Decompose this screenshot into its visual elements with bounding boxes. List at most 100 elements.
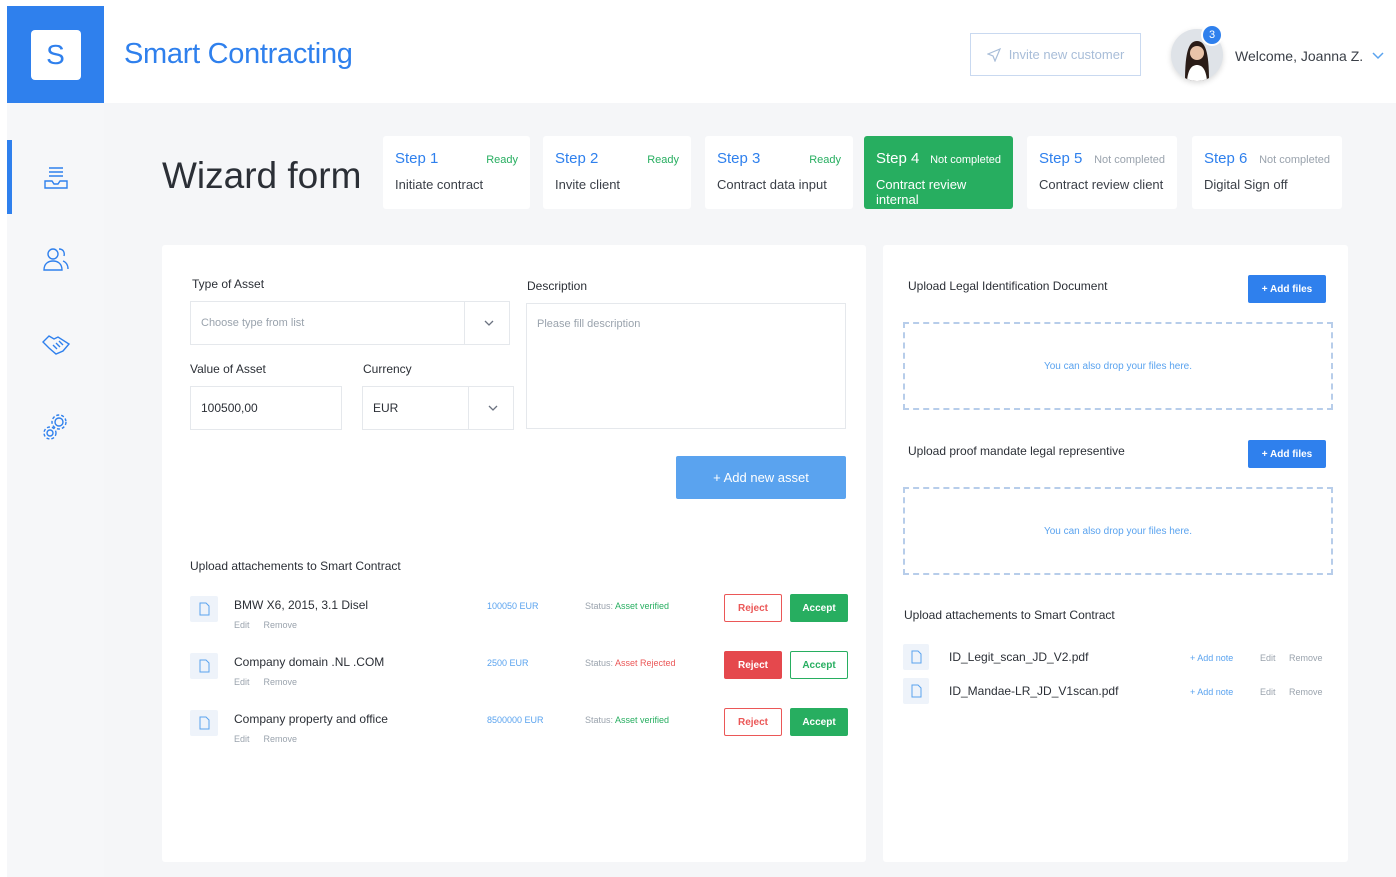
invite-customer-button[interactable]: Invite new customer [970, 33, 1141, 76]
add-files-button[interactable]: + Add files [1248, 275, 1326, 303]
nav-users[interactable] [7, 222, 104, 296]
step-1[interactable]: Step 1 Ready Initiate contract [383, 136, 530, 209]
accept-button[interactable]: Accept [790, 708, 848, 736]
asset-row: Company property and office Edit Remove … [190, 708, 850, 752]
step-5[interactable]: Step 5 Not completed Contract review cli… [1027, 136, 1177, 209]
uploads-card: Upload Legal Identification Document + A… [883, 245, 1348, 862]
step-subtitle: Contract review internal [876, 177, 967, 207]
asset-status: Status: Asset verified [585, 601, 669, 611]
status-prefix: Status: [585, 601, 614, 611]
app-logo[interactable]: S [7, 6, 104, 103]
asset-type-placeholder: Choose type from list [201, 317, 305, 329]
value-of-asset-label: Value of Asset [190, 362, 266, 376]
step-status: Ready [809, 154, 841, 166]
send-icon [986, 47, 1001, 62]
handshake-icon [41, 335, 70, 355]
asset-status: Status: Asset Rejected [585, 658, 676, 668]
asset-type-select[interactable]: Choose type from list [190, 301, 510, 345]
asset-actions: Edit Remove [234, 734, 297, 744]
reject-button[interactable]: Reject [724, 651, 782, 679]
asset-name: Company domain .NL .COM [234, 655, 385, 669]
reject-button[interactable]: Reject [724, 594, 782, 622]
currency-select[interactable]: EUR [362, 386, 514, 430]
remove-link[interactable]: Remove [1289, 653, 1323, 663]
welcome-text: Welcome, Joanna Z. [1235, 48, 1364, 64]
remove-link[interactable]: Remove [264, 620, 298, 630]
description-textarea[interactable]: Please fill description [526, 303, 846, 429]
accept-button[interactable]: Accept [790, 651, 848, 679]
step-status: Not completed [930, 154, 1001, 166]
file-icon [903, 678, 929, 704]
gears-icon [42, 414, 67, 440]
step-subtitle: Digital Sign off [1204, 177, 1288, 192]
remove-link[interactable]: Remove [264, 734, 298, 744]
asset-amount: 8500000 EUR [487, 715, 544, 725]
invite-customer-label: Invite new customer [1008, 47, 1125, 62]
notification-badge: 3 [1201, 24, 1223, 46]
remove-link[interactable]: Remove [264, 677, 298, 687]
file-name: ID_Legit_scan_JD_V2.pdf [949, 650, 1089, 664]
nav-contracts[interactable] [7, 307, 104, 381]
edit-link[interactable]: Edit [234, 677, 250, 687]
step-3[interactable]: Step 3 Ready Contract data input [705, 136, 853, 209]
mandate-dropzone[interactable]: You can also drop your files here. [903, 487, 1333, 575]
file-icon [903, 644, 929, 670]
asset-amount: 2500 EUR [487, 658, 529, 668]
logo-letter: S [30, 29, 81, 80]
page-title: Wizard form [162, 155, 362, 196]
file-name: ID_Mandae-LR_JD_V1scan.pdf [949, 684, 1119, 698]
drop-hint: You can also drop your files here. [1043, 525, 1193, 537]
status-prefix: Status: [585, 658, 614, 668]
description-label: Description [527, 279, 588, 293]
asset-value: 100500,00 [201, 401, 258, 415]
top-header: Smart Contracting Invite new customer 3 … [104, 6, 1396, 103]
reject-button[interactable]: Reject [724, 708, 782, 736]
edit-link[interactable]: Edit [1260, 687, 1276, 697]
step-status: Not completed [1094, 154, 1165, 166]
add-note-link[interactable]: + Add note [1190, 653, 1233, 663]
nav-inbox[interactable] [7, 140, 104, 214]
step-6[interactable]: Step 6 Not completed Digital Sign off [1192, 136, 1342, 209]
remove-link[interactable]: Remove [1289, 687, 1323, 697]
mandate-title: Upload proof mandate legal representive [908, 444, 1125, 458]
asset-value-input[interactable]: 100500,00 [190, 386, 342, 430]
file-icon [190, 596, 218, 622]
add-new-asset-button[interactable]: + Add new asset [676, 456, 846, 499]
sidebar: S [7, 6, 104, 877]
asset-actions: Edit Remove [234, 677, 297, 687]
step-2[interactable]: Step 2 Ready Invite client [543, 136, 691, 209]
file-row: ID_Legit_scan_JD_V2.pdf + Add note Edit … [903, 644, 1333, 672]
asset-row: BMW X6, 2015, 3.1 Disel Edit Remove 1000… [190, 594, 850, 638]
main-content: Wizard form Step 1 Ready Initiate contra… [104, 103, 1396, 877]
status-prefix: Status: [585, 715, 614, 725]
edit-link[interactable]: Edit [1260, 653, 1276, 663]
step-status: Not completed [1259, 154, 1330, 166]
app-title: Smart Contracting [124, 38, 353, 70]
attachments-title: Upload attachements to Smart Contract [190, 559, 401, 573]
step-subtitle: Contract data input [717, 177, 827, 192]
step-4[interactable]: Step 4 Not completed Contract review int… [864, 136, 1013, 209]
chevron-down-icon[interactable] [1370, 47, 1386, 63]
chevron-down-icon [484, 320, 494, 326]
description-placeholder: Please fill description [537, 318, 641, 330]
add-note-link[interactable]: + Add note [1190, 687, 1233, 697]
drop-hint: You can also drop your files here. [1043, 360, 1193, 372]
status-value: Asset verified [615, 715, 670, 725]
status-value: Asset verified [615, 601, 670, 611]
asset-actions: Edit Remove [234, 620, 297, 630]
status-value: Asset Rejected [615, 658, 676, 668]
inbox-icon [43, 167, 68, 189]
step-status: Ready [486, 154, 518, 166]
accept-button[interactable]: Accept [790, 594, 848, 622]
nav-settings[interactable] [7, 390, 104, 464]
asset-row: Company domain .NL .COM Edit Remove 2500… [190, 651, 850, 695]
file-row: ID_Mandae-LR_JD_V1scan.pdf + Add note Ed… [903, 678, 1333, 706]
add-files-button[interactable]: + Add files [1248, 440, 1326, 468]
asset-name: Company property and office [234, 712, 388, 726]
currency-value: EUR [373, 401, 399, 415]
legal-id-dropzone[interactable]: You can also drop your files here. [903, 322, 1333, 410]
edit-link[interactable]: Edit [234, 734, 250, 744]
step-subtitle: Contract review client [1039, 177, 1164, 192]
asset-card: Type of Asset Choose type from list Desc… [162, 245, 866, 862]
edit-link[interactable]: Edit [234, 620, 250, 630]
